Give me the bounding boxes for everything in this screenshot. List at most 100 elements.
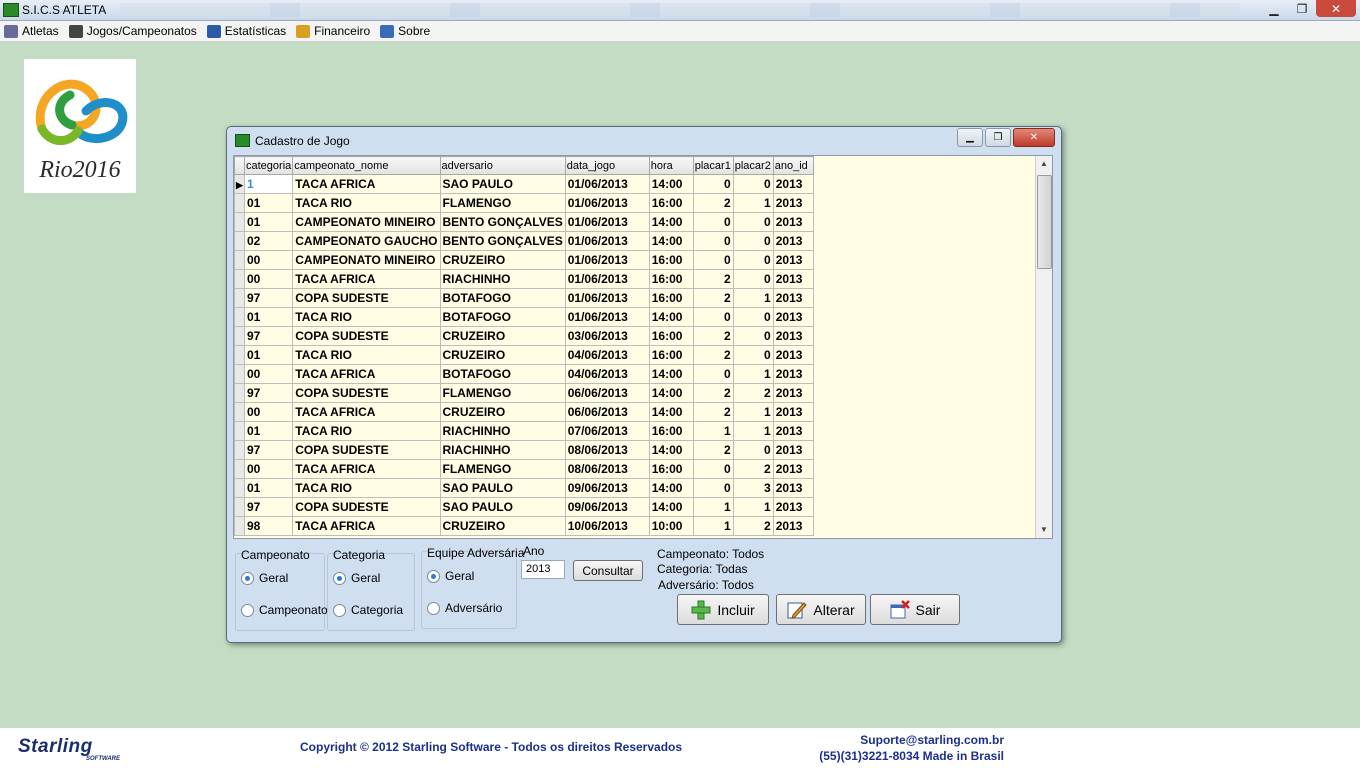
table-cell-adversario[interactable]: BENTO GONÇALVES	[439, 212, 566, 232]
table-cell-categoria[interactable]: 00	[243, 402, 294, 422]
table-cell-hora[interactable]: 10:00	[648, 516, 694, 536]
table-cell-adversario[interactable]: SAO PAULO	[439, 497, 566, 517]
table-row[interactable]: 97 COPA SUDESTE RIACHINHO 08/06/2013 14:00 2 0…	[234, 440, 814, 460]
table-cell-adversario[interactable]: FLAMENGO	[439, 193, 566, 213]
table-cell-hora[interactable]: 14:00	[648, 383, 694, 403]
table-cell-data-jogo[interactable]: 06/06/2013	[564, 402, 650, 422]
table-cell-placar1[interactable]: 0	[692, 478, 734, 498]
close-button[interactable]: ✕	[1316, 0, 1356, 17]
column-header-placar1[interactable]: placar1	[692, 156, 734, 175]
row-indicator[interactable]	[234, 212, 245, 232]
table-cell-categoria[interactable]: 00	[243, 269, 294, 289]
table-cell-categoria[interactable]: 01	[243, 478, 294, 498]
table-row[interactable]: 00 TACA AFRICA FLAMENGO 08/06/2013 16:00 0 2 20…	[234, 459, 814, 479]
table-cell-categoria[interactable]: 97	[243, 497, 294, 517]
row-indicator[interactable]	[234, 231, 245, 251]
table-cell-ano-id[interactable]: 2013	[772, 345, 814, 365]
table-cell-campeonato-nome[interactable]: TACA AFRICA	[292, 516, 441, 536]
table-cell-adversario[interactable]: CRUZEIRO	[439, 345, 566, 365]
menu-item-sobre[interactable]: Sobre	[376, 21, 436, 41]
table-cell-hora[interactable]: 16:00	[648, 421, 694, 441]
table-cell-placar2[interactable]: 3	[732, 478, 774, 498]
table-cell-adversario[interactable]: BOTAFOGO	[439, 364, 566, 384]
table-cell-campeonato-nome[interactable]: TACA RIO	[292, 345, 441, 365]
table-cell-ano-id[interactable]: 2013	[772, 212, 814, 232]
table-cell-placar2[interactable]: 2	[732, 383, 774, 403]
table-cell-placar2[interactable]: 0	[732, 440, 774, 460]
row-indicator[interactable]	[234, 402, 245, 422]
table-cell-data-jogo[interactable]: 01/06/2013	[564, 174, 650, 194]
table-cell-campeonato-nome[interactable]: COPA SUDESTE	[292, 440, 441, 460]
table-cell-categoria[interactable]: 1	[243, 174, 294, 194]
table-cell-placar1[interactable]: 2	[692, 440, 734, 460]
table-row[interactable]: 00 CAMPEONATO MINEIRO CRUZEIRO 01/06/2013 16…	[234, 250, 814, 270]
table-cell-data-jogo[interactable]: 03/06/2013	[564, 326, 650, 346]
scroll-thumb[interactable]	[1037, 175, 1052, 269]
scroll-down-arrow-icon[interactable]: ▼	[1036, 522, 1052, 538]
row-indicator[interactable]	[234, 250, 245, 270]
table-cell-data-jogo[interactable]: 04/06/2013	[564, 364, 650, 384]
table-cell-data-jogo[interactable]: 08/06/2013	[564, 440, 650, 460]
table-cell-categoria[interactable]: 00	[243, 459, 294, 479]
table-row[interactable]: 01 CAMPEONATO MINEIRO BENTO GONÇALVES 01/06…	[234, 212, 814, 232]
games-grid[interactable]: categoria campeonato_nome adversario dat…	[233, 155, 1053, 539]
column-header-categoria[interactable]: categoria	[243, 156, 294, 175]
table-cell-placar2[interactable]: 0	[732, 250, 774, 270]
table-cell-placar2[interactable]: 0	[732, 307, 774, 327]
table-cell-placar1[interactable]: 0	[692, 364, 734, 384]
table-cell-adversario[interactable]: CRUZEIRO	[439, 516, 566, 536]
table-cell-hora[interactable]: 14:00	[648, 402, 694, 422]
table-cell-campeonato-nome[interactable]: TACA RIO	[292, 421, 441, 441]
table-cell-categoria[interactable]: 98	[243, 516, 294, 536]
grid-vertical-scrollbar[interactable]: ▲ ▼	[1035, 156, 1052, 538]
column-header-ano-id[interactable]: ano_id	[772, 156, 814, 175]
table-cell-data-jogo[interactable]: 06/06/2013	[564, 383, 650, 403]
table-cell-campeonato-nome[interactable]: TACA RIO	[292, 307, 441, 327]
table-row[interactable]: 01 TACA RIO FLAMENGO 01/06/2013 16:00 2 1 2013	[234, 193, 814, 213]
row-indicator[interactable]	[234, 421, 245, 441]
table-cell-data-jogo[interactable]: 10/06/2013	[564, 516, 650, 536]
table-cell-data-jogo[interactable]: 01/06/2013	[564, 212, 650, 232]
table-cell-categoria[interactable]: 01	[243, 193, 294, 213]
table-cell-placar2[interactable]: 1	[732, 497, 774, 517]
menu-item-atletas[interactable]: Atletas	[0, 21, 65, 41]
table-cell-hora[interactable]: 14:00	[648, 307, 694, 327]
table-cell-data-jogo[interactable]: 01/06/2013	[564, 231, 650, 251]
table-cell-placar1[interactable]: 0	[692, 307, 734, 327]
table-cell-placar2[interactable]: 1	[732, 364, 774, 384]
incluir-button[interactable]: Incluir	[677, 594, 769, 625]
table-cell-categoria[interactable]: 00	[243, 250, 294, 270]
table-cell-placar1[interactable]: 0	[692, 231, 734, 251]
table-cell-placar2[interactable]: 0	[732, 212, 774, 232]
table-cell-hora[interactable]: 14:00	[648, 364, 694, 384]
table-cell-ano-id[interactable]: 2013	[772, 288, 814, 308]
table-cell-hora[interactable]: 16:00	[648, 326, 694, 346]
table-row[interactable]: 01 TACA RIO RIACHINHO 07/06/2013 16:00 1 1 2013	[234, 421, 814, 441]
table-cell-hora[interactable]: 14:00	[648, 440, 694, 460]
table-cell-categoria[interactable]: 97	[243, 326, 294, 346]
menu-item-estat-sticas[interactable]: Estatísticas	[203, 21, 292, 41]
table-cell-placar1[interactable]: 0	[692, 459, 734, 479]
radio-campeonato-campeonato[interactable]: Campeonato	[241, 603, 328, 617]
table-cell-hora[interactable]: 14:00	[648, 212, 694, 232]
table-cell-hora[interactable]: 16:00	[648, 345, 694, 365]
sair-button[interactable]: Sair	[870, 594, 960, 625]
table-cell-adversario[interactable]: FLAMENGO	[439, 459, 566, 479]
table-cell-hora[interactable]: 14:00	[648, 231, 694, 251]
table-cell-ano-id[interactable]: 2013	[772, 231, 814, 251]
table-cell-data-jogo[interactable]: 01/06/2013	[564, 193, 650, 213]
row-indicator[interactable]	[234, 269, 245, 289]
table-cell-placar1[interactable]: 1	[692, 516, 734, 536]
dialog-minimize-button[interactable]: ▁	[957, 128, 983, 147]
table-cell-campeonato-nome[interactable]: COPA SUDESTE	[292, 497, 441, 517]
table-cell-placar2[interactable]: 0	[732, 231, 774, 251]
table-cell-placar2[interactable]: 0	[732, 345, 774, 365]
table-cell-ano-id[interactable]: 2013	[772, 516, 814, 536]
table-cell-adversario[interactable]: CRUZEIRO	[439, 402, 566, 422]
column-header-placar2[interactable]: placar2	[732, 156, 774, 175]
table-cell-adversario[interactable]: SAO PAULO	[439, 478, 566, 498]
table-cell-placar2[interactable]: 1	[732, 421, 774, 441]
table-cell-campeonato-nome[interactable]: CAMPEONATO MINEIRO	[292, 250, 441, 270]
table-cell-campeonato-nome[interactable]: CAMPEONATO MINEIRO	[292, 212, 441, 232]
table-cell-hora[interactable]: 16:00	[648, 269, 694, 289]
